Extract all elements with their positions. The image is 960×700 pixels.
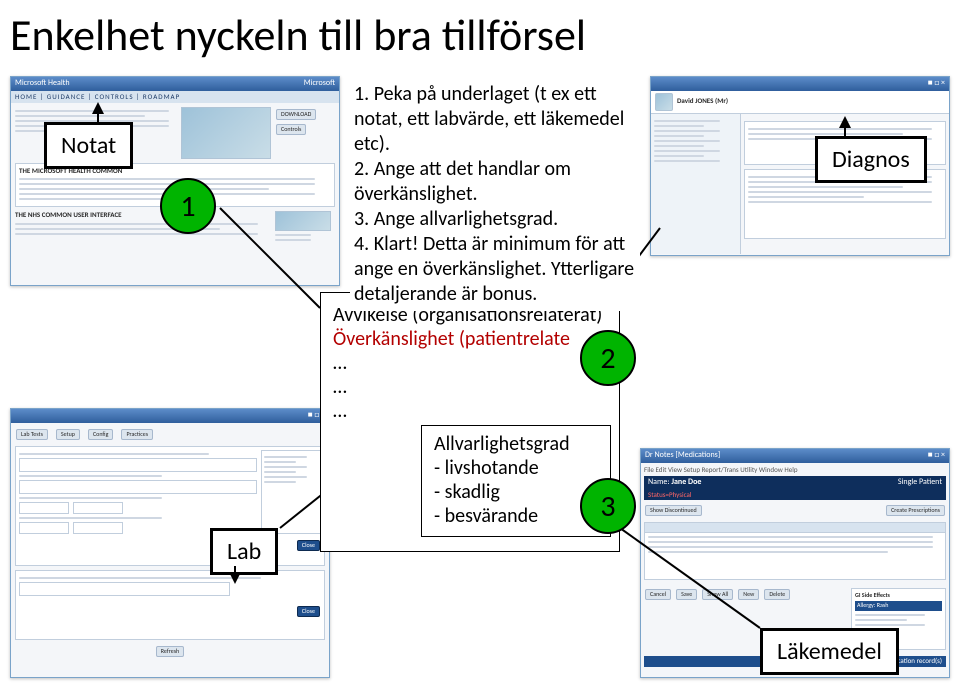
menu-item-ellipsis-1: …	[333, 351, 607, 375]
page-title: Enkelhet nyckeln till bra tillförsel	[10, 8, 960, 62]
callout-diagnos: Diagnos	[815, 136, 927, 183]
instructions-block: 1. Peka på underlaget (t ex ett notat, e…	[350, 78, 640, 311]
shot-notat-sub: THE NHS COMMON USER INTERFACE	[15, 210, 122, 219]
shot-med-name: Jane Doe	[671, 477, 701, 487]
shot-med-btn-discontinued: Show Discontinued	[645, 505, 702, 516]
instruction-3: 3. Ange allvarlighetsgrad.	[354, 207, 636, 232]
shot-med-btn-create: Create Prescriptions	[886, 505, 945, 516]
step-circle-3: 3	[580, 478, 636, 534]
shot-notat-tabs: HOME | GUIDANCE | CONTROLS | ROADMAP	[11, 91, 339, 103]
step-circle-2: 2	[580, 330, 636, 386]
step-circle-1: 1	[160, 178, 216, 234]
instruction-1: 1. Peka på underlaget (t ex ett notat, e…	[354, 82, 636, 157]
menu-item-overkanslighet: Överkänslighet (patientrelate	[333, 327, 607, 351]
shot-med-status: Status=Physical	[644, 490, 946, 500]
menu-item-ellipsis-2: …	[333, 375, 607, 399]
severity-besvarande: - besvärande	[434, 504, 598, 528]
severity-livshotande: - livshotande	[434, 456, 598, 480]
shot-lakemedel-bar: Dr Notes [Medications]	[645, 451, 720, 461]
severity-skadlig: - skadlig	[434, 480, 598, 504]
shot-diagnos-patient: David JONES (Mr)	[677, 97, 728, 105]
shot-med-name-label: Name:	[648, 477, 670, 487]
severity-title: Allvarlighetsgrad	[434, 432, 598, 456]
callout-notat: Notat	[44, 122, 133, 169]
context-menu-box: Avvikelse (organisationsrelaterat) Överk…	[320, 292, 620, 552]
severity-box: Allvarlighetsgrad - livshotande - skadli…	[421, 425, 611, 537]
screenshot-lab: ■ □ × Lab TestsSetup ConfigPractices	[10, 408, 330, 678]
instruction-2: 2. Ange att det handlar om överkänslighe…	[354, 157, 636, 207]
menu-item-ellipsis-3: …	[333, 399, 607, 423]
callout-lakemedel: Läkemedel	[760, 628, 899, 675]
shot-med-type: Single Patient	[898, 478, 942, 488]
callout-lab: Lab	[210, 528, 278, 575]
shot-notat-right: Microsoft	[304, 79, 335, 89]
shot-notat-brand: Microsoft Health	[15, 79, 70, 89]
instruction-4: 4. Klart! Detta är minimum för att ange …	[354, 232, 636, 307]
